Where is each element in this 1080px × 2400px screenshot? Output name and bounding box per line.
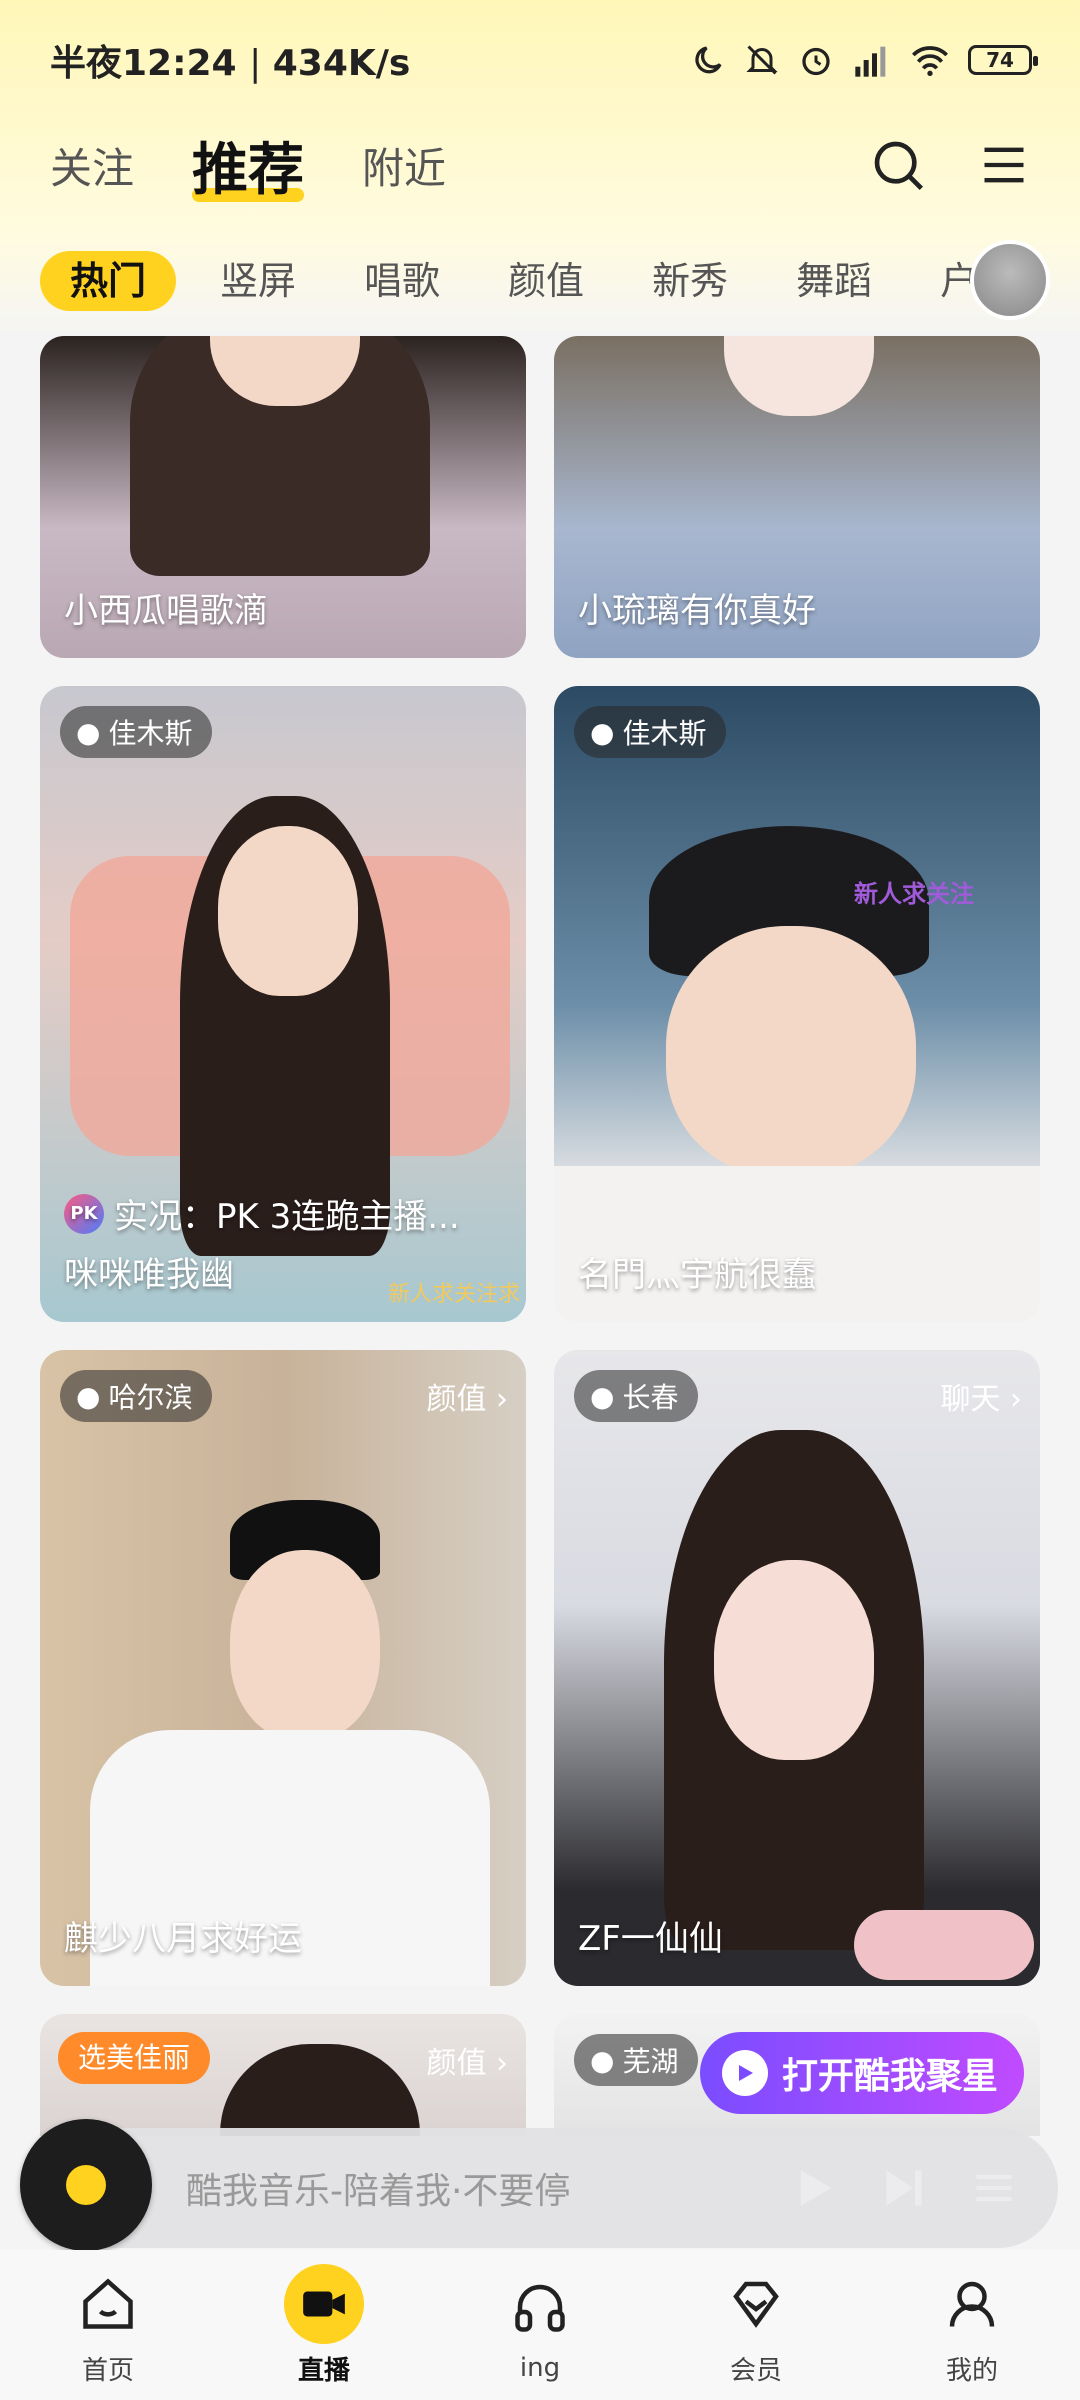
signal-icon bbox=[855, 46, 886, 77]
home-icon bbox=[83, 2277, 133, 2329]
nav-home[interactable]: 首页 bbox=[18, 2264, 198, 2387]
category-bar: 热门 竖屏 唱歌 颜值 新秀 舞蹈 户 bbox=[0, 236, 1080, 326]
bell-muted-icon bbox=[746, 45, 778, 75]
location-text: 长春 bbox=[622, 1381, 679, 1414]
pk-icon: PK bbox=[64, 1193, 104, 1234]
streamer-face bbox=[714, 1560, 874, 1760]
location-pin-icon: ● bbox=[590, 715, 615, 749]
tab-nearby[interactable]: 附近 bbox=[362, 135, 446, 196]
streamer-face bbox=[666, 926, 916, 1176]
battery-icon: 74 bbox=[968, 45, 1038, 75]
tab-follow[interactable]: 关注 bbox=[50, 135, 134, 196]
clock: 半夜12:24 bbox=[50, 43, 237, 84]
nav-profile[interactable]: 我的 bbox=[882, 2264, 1062, 2387]
menu-icon[interactable] bbox=[978, 139, 1030, 191]
top-tabs: 关注 推荐 附近 bbox=[0, 120, 1080, 210]
music-disc-icon[interactable] bbox=[20, 2119, 152, 2251]
open-app-button[interactable]: 打开酷我聚星 bbox=[700, 2032, 1024, 2114]
location-pin-icon: ● bbox=[76, 1379, 101, 1413]
bottom-nav: 首页 直播 ing 会员 我的 bbox=[0, 2250, 1080, 2400]
live-card[interactable]: ● 佳木斯 新人求关注 名門灬宇航很蠢 bbox=[554, 686, 1040, 1322]
nav-live[interactable]: 直播 bbox=[234, 2263, 414, 2387]
nav-ing[interactable]: ing bbox=[450, 2267, 630, 2383]
streamer-name: 咪咪唯我幽 bbox=[64, 1255, 234, 1295]
live-card[interactable]: 小琉璃有你真好 bbox=[554, 336, 1040, 658]
nav-vip-label: 会员 bbox=[729, 2355, 782, 2386]
category-vertical[interactable]: 竖屏 bbox=[196, 251, 320, 311]
category-tag[interactable]: 颜值 › bbox=[426, 1374, 508, 1418]
location-text: 佳木斯 bbox=[622, 717, 707, 750]
status-time: 半夜12:24 | 434K/s bbox=[50, 43, 411, 84]
music-title: 酷我音乐-陪着我·不要停 bbox=[186, 2171, 571, 2212]
next-icon[interactable] bbox=[882, 2166, 926, 2210]
live-card[interactable]: 选美佳丽 颜值 › bbox=[40, 2014, 526, 2136]
wifi-icon bbox=[912, 46, 948, 76]
open-app-label: 打开酷我聚星 bbox=[782, 2056, 999, 2097]
video-camera-icon bbox=[303, 2291, 345, 2316]
battery-level: 74 bbox=[986, 48, 1014, 72]
location-badge: ● 佳木斯 bbox=[574, 706, 727, 758]
category-singing[interactable]: 唱歌 bbox=[340, 251, 464, 311]
playlist-icon[interactable] bbox=[972, 2166, 1016, 2210]
user-icon bbox=[949, 2281, 995, 2327]
category-looks[interactable]: 颜值 bbox=[484, 251, 608, 311]
category-hot[interactable]: 热门 bbox=[40, 251, 177, 311]
category-newcomer[interactable]: 新秀 bbox=[628, 251, 752, 311]
tab-recommend[interactable]: 推荐 bbox=[192, 125, 305, 206]
stream-overlay-text: 新人求关注 bbox=[854, 880, 974, 908]
nav-live-label: 直播 bbox=[297, 2355, 350, 2386]
location-pin-icon: ● bbox=[590, 2043, 615, 2077]
nav-vip[interactable]: 会员 bbox=[666, 2264, 846, 2387]
pk-text: 实况：PK 3连跪主播... bbox=[114, 1197, 460, 1237]
location-text: 芜湖 bbox=[622, 2045, 679, 2078]
user-avatar[interactable] bbox=[970, 240, 1050, 320]
location-text: 佳木斯 bbox=[108, 717, 193, 750]
category-tag[interactable]: 颜值 › bbox=[426, 2038, 508, 2082]
location-text: 哈尔滨 bbox=[108, 1381, 193, 1414]
location-badge: ● 哈尔滨 bbox=[60, 1370, 213, 1422]
moon-icon bbox=[695, 46, 722, 74]
headphones-icon bbox=[515, 2284, 565, 2332]
pk-status: PK 实况：PK 3连跪主播... bbox=[64, 1189, 460, 1238]
diamond-icon bbox=[733, 2281, 779, 2328]
play-icon bbox=[722, 2050, 768, 2096]
status-bar: 半夜12:24 | 434K/s 74 bbox=[0, 0, 1080, 120]
contest-badge: 选美佳丽 bbox=[58, 2032, 211, 2084]
location-pin-icon: ● bbox=[590, 1379, 615, 1413]
live-feed: 小西瓜唱歌滴 小琉璃有你真好 ● 佳木斯 PK 实况：PK 3连跪主播... 咪咪唯… bbox=[40, 336, 1040, 2136]
search-icon[interactable] bbox=[870, 137, 926, 193]
status-icons: 74 bbox=[690, 42, 1038, 78]
live-card[interactable]: ● 哈尔滨 颜值 › 麒少八月求好运 bbox=[40, 1350, 526, 1986]
category-tag[interactable]: 聊天 › bbox=[940, 1374, 1022, 1418]
stream-overlay-text: 新人求关注求 bbox=[387, 1282, 520, 1307]
live-card[interactable]: ● 长春 聊天 › ZF一仙仙 bbox=[554, 1350, 1040, 1986]
alarm-icon bbox=[802, 47, 830, 76]
live-card[interactable]: 小西瓜唱歌滴 bbox=[40, 336, 526, 658]
streamer-name: 名門灬宇航很蠢 bbox=[578, 1255, 816, 1295]
streamer-image bbox=[220, 2044, 420, 2136]
nav-profile-label: 我的 bbox=[945, 2355, 998, 2386]
category-dance[interactable]: 舞蹈 bbox=[772, 251, 896, 311]
music-player-bar[interactable]: 酷我音乐-陪着我·不要停 bbox=[20, 2119, 1058, 2251]
live-card[interactable]: ● 佳木斯 PK 实况：PK 3连跪主播... 咪咪唯我幽 新人求关注求 bbox=[40, 686, 526, 1322]
nav-home-label: 首页 bbox=[81, 2355, 134, 2386]
streamer-face bbox=[724, 336, 874, 416]
streamer-face bbox=[230, 1550, 380, 1740]
play-icon[interactable] bbox=[792, 2166, 836, 2210]
streamer-face bbox=[218, 826, 358, 996]
streamer-name: 小琉璃有你真好 bbox=[578, 591, 816, 631]
location-badge: ● 芜湖 bbox=[574, 2034, 699, 2086]
location-badge: ● 长春 bbox=[574, 1370, 699, 1422]
location-pin-icon: ● bbox=[76, 715, 101, 749]
flower-decoration bbox=[854, 1910, 1034, 1980]
location-badge: ● 佳木斯 bbox=[60, 706, 213, 758]
streamer-name: 麒少八月求好运 bbox=[64, 1919, 302, 1959]
shirt bbox=[554, 1166, 1040, 1322]
streamer-name: ZF一仙仙 bbox=[578, 1919, 723, 1959]
streamer-name: 小西瓜唱歌滴 bbox=[64, 591, 268, 631]
network-speed: 434K/s bbox=[272, 43, 411, 84]
nav-ing-label: ing bbox=[519, 2353, 561, 2383]
